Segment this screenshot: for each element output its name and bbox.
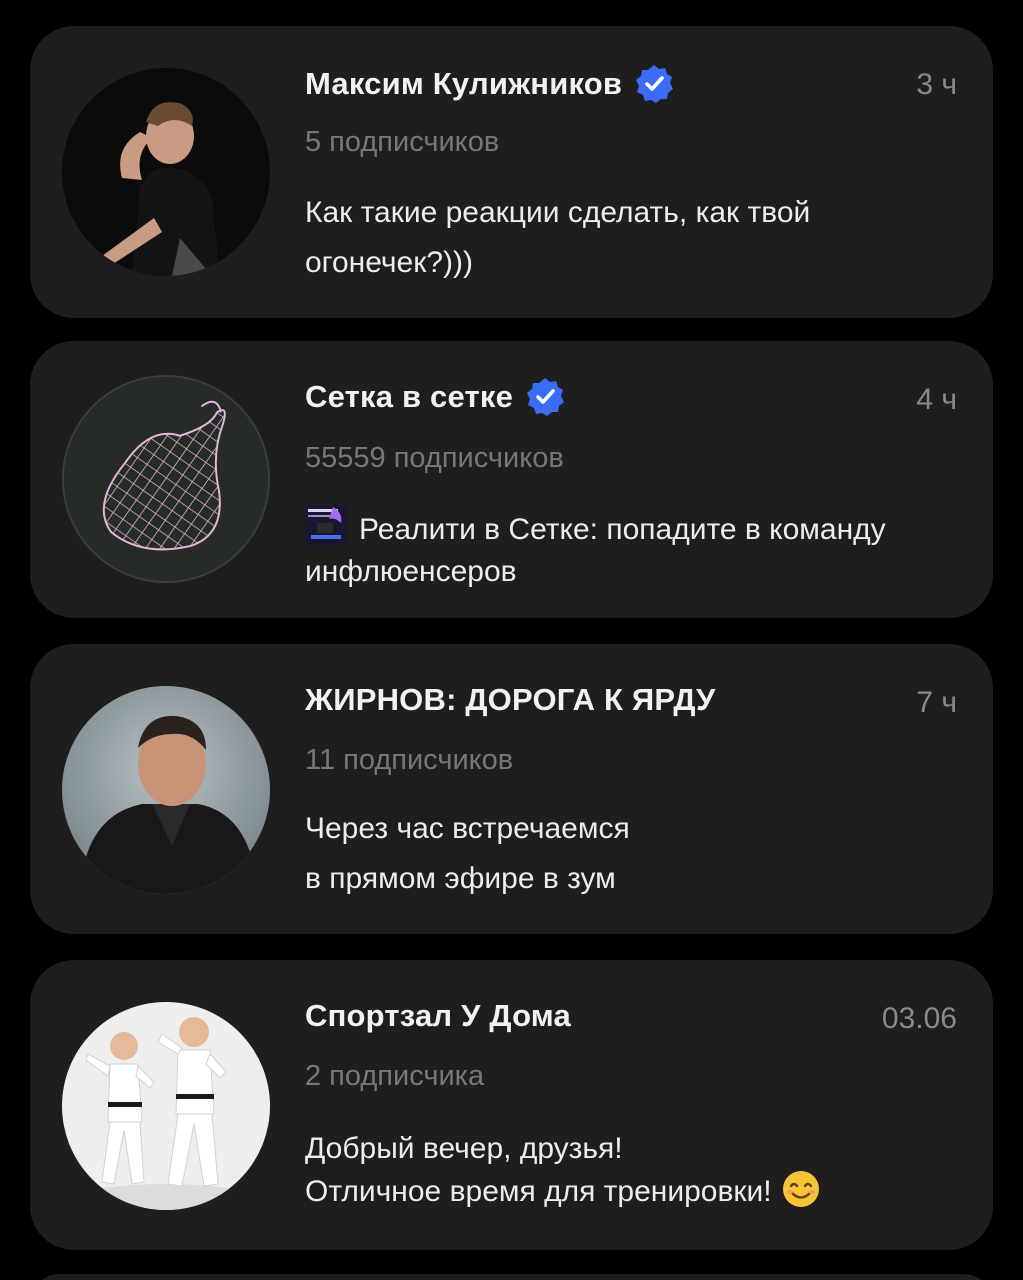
person-photo-icon [62, 68, 270, 276]
channel-card-zhirnov[interactable]: ЖИРНОВ: ДОРОГА К ЯРДУ 7 ч 11 подписчиков… [30, 644, 993, 934]
message-line-text: Отличное время для тренировки! [305, 1175, 772, 1208]
verified-badge-icon [525, 377, 565, 417]
message-line: Через час встречаемся [305, 812, 630, 845]
name-row: ЖИРНОВ: ДОРОГА К ЯРДУ [305, 682, 716, 718]
video-thumbnail-icon [305, 505, 347, 545]
post-time: 3 ч [916, 68, 957, 101]
avatar[interactable] [62, 375, 270, 583]
channel-name[interactable]: Максим Кулижников [305, 66, 622, 102]
avatar[interactable] [62, 68, 270, 276]
last-message: Добрый вечер, друзья! Отличное время для… [305, 1128, 963, 1213]
channel-card-setka[interactable]: Сетка в сетке 4 ч 55559 подписчиков Реал… [30, 341, 993, 618]
message-line: инфлюенсеров [305, 555, 517, 588]
verified-badge-icon [634, 64, 674, 104]
name-row: Максим Кулижников [305, 64, 674, 104]
channel-name[interactable]: Спортзал У Дома [305, 998, 571, 1034]
avatar[interactable] [62, 1002, 270, 1210]
last-message: Как такие реакции сделать, как твой огон… [305, 188, 963, 288]
message-line-text: Реалити в Сетке: попадите в команду [359, 513, 886, 546]
subscriber-count: 2 подписчика [305, 1060, 485, 1092]
subscriber-count: 55559 подписчиков [305, 442, 564, 474]
channel-name[interactable]: Сетка в сетке [305, 379, 513, 415]
avatar[interactable] [62, 686, 270, 894]
name-row: Сетка в сетке [305, 377, 565, 417]
name-row: Спортзал У Дома [305, 998, 571, 1034]
net-bag-logo-icon [64, 377, 268, 581]
message-line: огонечек?))) [305, 246, 474, 279]
subscriber-count: 5 подписчиков [305, 126, 500, 158]
last-message: Реалити в Сетке: попадите в команду инфл… [305, 505, 963, 593]
message-line: Реалити в Сетке: попадите в команду [305, 505, 963, 551]
last-message: Через час встречаемся в прямом эфире в з… [305, 804, 963, 904]
channel-name[interactable]: ЖИРНОВ: ДОРОГА К ЯРДУ [305, 682, 716, 718]
message-line: Как такие реакции сделать, как твой [305, 196, 811, 229]
channel-card-kulizhnikov[interactable]: Максим Кулижников 3 ч 5 подписчиков Как … [30, 26, 993, 318]
post-time: 4 ч [916, 383, 957, 416]
post-time: 03.06 [881, 1002, 957, 1035]
message-line: Добрый вечер, друзья! [305, 1132, 623, 1165]
channel-feed: Максим Кулижников 3 ч 5 подписчиков Как … [0, 0, 1023, 1280]
subscriber-count: 11 подписчиков [305, 744, 514, 776]
channel-card-partial[interactable] [30, 1274, 993, 1280]
person-photo-icon [62, 686, 270, 894]
smiling-face-emoji-icon [782, 1170, 820, 1208]
message-line: Отличное время для тренировки! [305, 1170, 963, 1213]
kids-karate-photo-icon [62, 1002, 270, 1210]
channel-card-sportzal[interactable]: Спортзал У Дома 03.06 2 подписчика Добры… [30, 960, 993, 1250]
message-line: в прямом эфире в зум [305, 862, 616, 895]
post-time: 7 ч [916, 686, 957, 719]
